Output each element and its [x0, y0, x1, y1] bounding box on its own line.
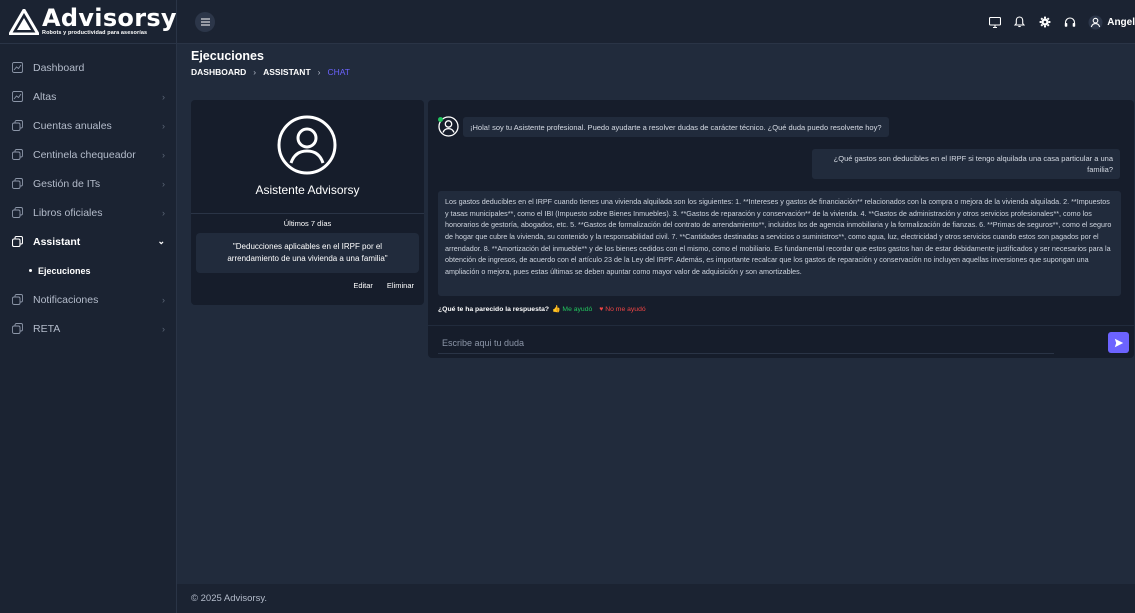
chevron-right-icon: › [253, 67, 257, 77]
hamburger-icon [200, 18, 210, 25]
sidebar-item-label: Centinela chequeador [33, 148, 136, 161]
footer: © 2025 Advisorsy. [177, 584, 1135, 613]
copy-icon [11, 235, 24, 248]
user-name[interactable]: Angel [1107, 17, 1135, 28]
not-helpful-button[interactable]: ♥ No me ayudó [599, 306, 645, 313]
bot-answer: Los gastos deducibles en el IRPF cuando … [438, 191, 1121, 296]
send-icon [1114, 338, 1123, 347]
user-message-text: ¿Qué gastos son deducibles en el IRPF si… [833, 153, 1113, 174]
copyright-text: © 2025 Advisorsy. [191, 593, 267, 604]
user-circle-icon [277, 115, 337, 175]
sidebar-item-label: Notificaciones [33, 293, 99, 306]
copy-icon [11, 119, 24, 132]
breadcrumb: DASHBOARD › ASSISTANT › CHAT [191, 67, 350, 77]
heart-icon: ♥ [599, 305, 604, 313]
sidebar-item-centinela-chequeador[interactable]: Centinela chequeador › [0, 140, 176, 169]
sidebar-item-cuentas-anuales[interactable]: Cuentas anuales › [0, 111, 176, 140]
feedback-bar: ¿Qué te ha parecido la respuesta? 👍 Me a… [438, 305, 646, 314]
bell-icon[interactable] [1013, 16, 1026, 29]
breadcrumb-current: CHAT [327, 67, 350, 77]
sidebar-subitem-ejecuciones[interactable]: Ejecuciones [0, 256, 176, 285]
sidebar-item-label: Assistant [33, 235, 81, 248]
delete-button[interactable]: Eliminar [387, 281, 414, 290]
chevron-right-icon: › [317, 67, 321, 77]
sidebar-subitem-label: Ejecuciones [38, 265, 91, 276]
chat-panel: ¡Hola! soy tu Asistente profesional. Pue… [428, 100, 1134, 358]
sidebar-item-label: Dashboard [33, 61, 85, 74]
copy-icon [11, 322, 24, 335]
divider [428, 325, 1134, 326]
chevron-right-icon: › [162, 149, 165, 160]
topbar-actions: Angel [988, 0, 1135, 44]
sidebar-item-label: RETA [33, 322, 61, 335]
sidebar-item-label: Altas [33, 90, 57, 103]
bot-message: ¡Hola! soy tu Asistente profesional. Pue… [463, 117, 889, 137]
topbar: Angel [177, 0, 1135, 44]
sidebar: Advisorsy Robots y productividad para as… [0, 0, 177, 613]
brand-name: Advisorsy [42, 4, 177, 33]
bullet-icon [29, 269, 32, 272]
send-button[interactable] [1108, 332, 1129, 353]
user-avatar-icon[interactable] [1088, 15, 1103, 30]
sidebar-item-altas[interactable]: Altas › [0, 82, 176, 111]
question-input[interactable] [438, 332, 1054, 354]
gear-icon[interactable] [1038, 16, 1051, 29]
brand-logo[interactable]: Advisorsy Robots y productividad para as… [0, 0, 177, 44]
not-helpful-label: No me ayudó [605, 305, 646, 313]
breadcrumb-item[interactable]: DASHBOARD [191, 67, 246, 77]
sidebar-item-label: Libros oficiales [33, 206, 103, 219]
sidebar-item-assistant[interactable]: Assistant ⌄ [0, 227, 176, 256]
copy-icon [11, 177, 24, 190]
sidebar-item-label: Gestión de ITs [33, 177, 101, 190]
logo-triangle-icon [8, 8, 40, 35]
sidebar-item-label: Cuentas anuales [33, 119, 112, 132]
edit-button[interactable]: Editar [353, 281, 373, 290]
monitor-icon[interactable] [988, 16, 1001, 29]
headset-icon[interactable] [1063, 16, 1076, 29]
sidebar-item-gestion-its[interactable]: Gestión de ITs › [0, 169, 176, 198]
history-actions: Editar Eliminar [339, 281, 414, 290]
sidebar-item-reta[interactable]: RETA › [0, 314, 176, 343]
sidebar-nav: Dashboard Altas › Cuentas anuales › Cent… [0, 44, 176, 343]
chevron-right-icon: › [162, 323, 165, 334]
feedback-question: ¿Qué te ha parecido la respuesta? [438, 305, 550, 313]
copy-icon [11, 148, 24, 161]
history-item[interactable]: "Deducciones aplicables en el IRPF por e… [196, 233, 419, 273]
thumbs-up-icon: 👍 [552, 306, 561, 313]
chart-line-icon [11, 61, 24, 74]
chevron-right-icon: › [162, 294, 165, 305]
chevron-down-icon: ⌄ [157, 236, 165, 246]
helpful-button[interactable]: 👍 Me ayudó [552, 305, 592, 313]
chevron-right-icon: › [162, 91, 165, 102]
sidebar-item-notificaciones[interactable]: Notificaciones › [0, 285, 176, 314]
sidebar-item-libros-oficiales[interactable]: Libros oficiales › [0, 198, 176, 227]
chevron-right-icon: › [162, 178, 165, 189]
history-period-label: Últimos 7 días [283, 219, 332, 228]
copy-icon [11, 293, 24, 306]
chevron-right-icon: › [162, 120, 165, 131]
assistant-card: Asistente Advisorsy Últimos 7 días "Dedu… [191, 100, 424, 305]
breadcrumb-item[interactable]: ASSISTANT [263, 67, 311, 77]
user-message: ¿Qué gastos son deducibles en el IRPF si… [812, 149, 1120, 179]
assistant-name: Asistente Advisorsy [255, 183, 360, 197]
menu-toggle-button[interactable] [195, 11, 215, 32]
helpful-label: Me ayudó [562, 306, 593, 313]
divider [191, 213, 424, 214]
chart-line-icon [11, 90, 24, 103]
sidebar-item-dashboard[interactable]: Dashboard [0, 53, 176, 82]
page-title: Ejecuciones [191, 49, 264, 63]
online-status-dot [438, 117, 443, 122]
chevron-right-icon: › [162, 207, 165, 218]
copy-icon [11, 206, 24, 219]
brand-tagline: Robots y productividad para asesorías [42, 30, 148, 37]
